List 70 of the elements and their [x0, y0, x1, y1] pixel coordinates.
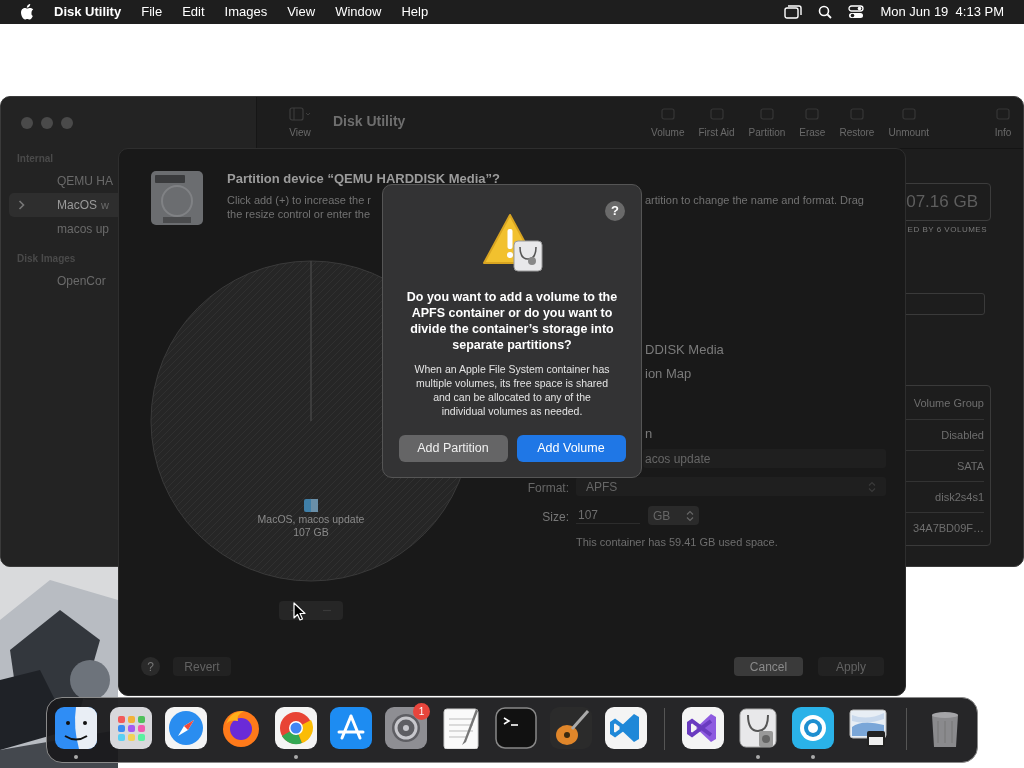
detail-text: ion Map [645, 365, 692, 383]
view-button[interactable]: View [283, 107, 317, 140]
app-store-icon[interactable] [330, 707, 372, 749]
chevrons-icon [686, 509, 694, 522]
sheet-title: Partition device “QEMU HARDDISK Media”? [227, 170, 501, 188]
detail-text: DDISK Media [645, 341, 724, 359]
help-button[interactable]: ? [141, 657, 160, 676]
alert-message: When an Apple File System container has multiple volumes, its free space is shared and can be allocated to any of the individual volumes as needed. [413, 362, 611, 418]
capacity-caption: ED BY 6 VOLUMES [906, 224, 988, 236]
info-note: This container has 59.41 GB used space. [576, 535, 778, 550]
menu-item[interactable]: File [141, 2, 163, 22]
sidebar-icon [289, 107, 311, 121]
sidebar-item-label: OpenCor [57, 273, 106, 290]
alert-button[interactable]: Add Volume [516, 435, 626, 462]
pie-label: MacOS, macos update [257, 513, 365, 526]
toolbar-button[interactable]: Restore [839, 107, 875, 140]
menu-item[interactable]: Images [224, 2, 268, 22]
toolbar-button[interactable]: Volume [651, 107, 685, 140]
volume-icon [304, 499, 318, 512]
disclosure-chevron-icon[interactable] [18, 200, 25, 210]
compass-icon[interactable] [165, 707, 207, 749]
name-field[interactable]: acos update [643, 449, 886, 468]
description-text: Click add (+) to increase the r [227, 193, 371, 208]
description-text: artition to change the name and format. Drag [645, 193, 864, 208]
toolbar-button[interactable]: Erase [799, 107, 826, 140]
format-popup[interactable]: APFS [576, 477, 886, 496]
alert-button[interactable]: Add Partition [398, 435, 508, 462]
terminal-icon[interactable] [495, 707, 537, 749]
code-editor-icon[interactable] [682, 707, 724, 749]
ring-app-icon[interactable] [792, 707, 834, 749]
toolbar-button[interactable]: Partition [748, 107, 786, 140]
description-text: the resize control or enter the [227, 207, 371, 222]
stethoscope-drive-icon[interactable] [737, 707, 779, 749]
menu-item[interactable]: Edit [182, 2, 205, 22]
sidebar-item-label: MacOS [57, 197, 97, 214]
window-title: Disk Utility [333, 112, 406, 131]
help-button[interactable]: ? [605, 201, 625, 221]
clock[interactable]: Mon Jun 19 4:13 PM [880, 2, 1004, 22]
size-field[interactable]: 107 [576, 506, 640, 524]
app-menu[interactable]: Disk Utility [54, 2, 122, 22]
windows-icon[interactable] [784, 5, 803, 19]
smiling-face-app-icon[interactable] [55, 707, 97, 749]
info-value: Volume Group [912, 396, 984, 412]
field-label: Format: [526, 480, 569, 497]
gear-icon[interactable] [385, 707, 427, 749]
code-editor-icon[interactable] [605, 707, 647, 749]
menu-item[interactable]: Window [335, 2, 382, 22]
hard-drive-icon [149, 169, 205, 227]
toolbar-button[interactable]: Info [993, 107, 1013, 140]
search-icon[interactable] [818, 5, 833, 19]
alert-question: Do you want to add a volume to the APFS container or do you want to divide the container’s storage into separate partitions? [405, 289, 619, 353]
menu-item[interactable]: Help [401, 2, 429, 22]
sheet-button[interactable]: Cancel [734, 657, 803, 676]
pie-size: 107 GB [293, 526, 329, 539]
notification-badge: 1 [413, 703, 430, 720]
cursor-icon [293, 602, 307, 622]
menu-item[interactable]: View [287, 2, 316, 22]
apple-menu-icon[interactable] [20, 4, 34, 20]
toolbar-button[interactable]: First Aid [698, 107, 735, 140]
field-label: Size: [541, 509, 569, 526]
warning-icon [480, 213, 544, 273]
sidebar-item-label: macos up [57, 221, 110, 238]
app-grid-icon[interactable] [110, 707, 152, 749]
detail-text: n [645, 425, 653, 443]
unit-popup[interactable]: GB [648, 506, 699, 525]
photo-viewer-icon[interactable] [847, 707, 889, 749]
notepad-pen-icon[interactable] [440, 707, 482, 749]
toolbar-button[interactable]: Unmount [888, 107, 929, 140]
toolbar-item-icon [993, 107, 1013, 121]
control-center-icon[interactable] [848, 5, 865, 19]
